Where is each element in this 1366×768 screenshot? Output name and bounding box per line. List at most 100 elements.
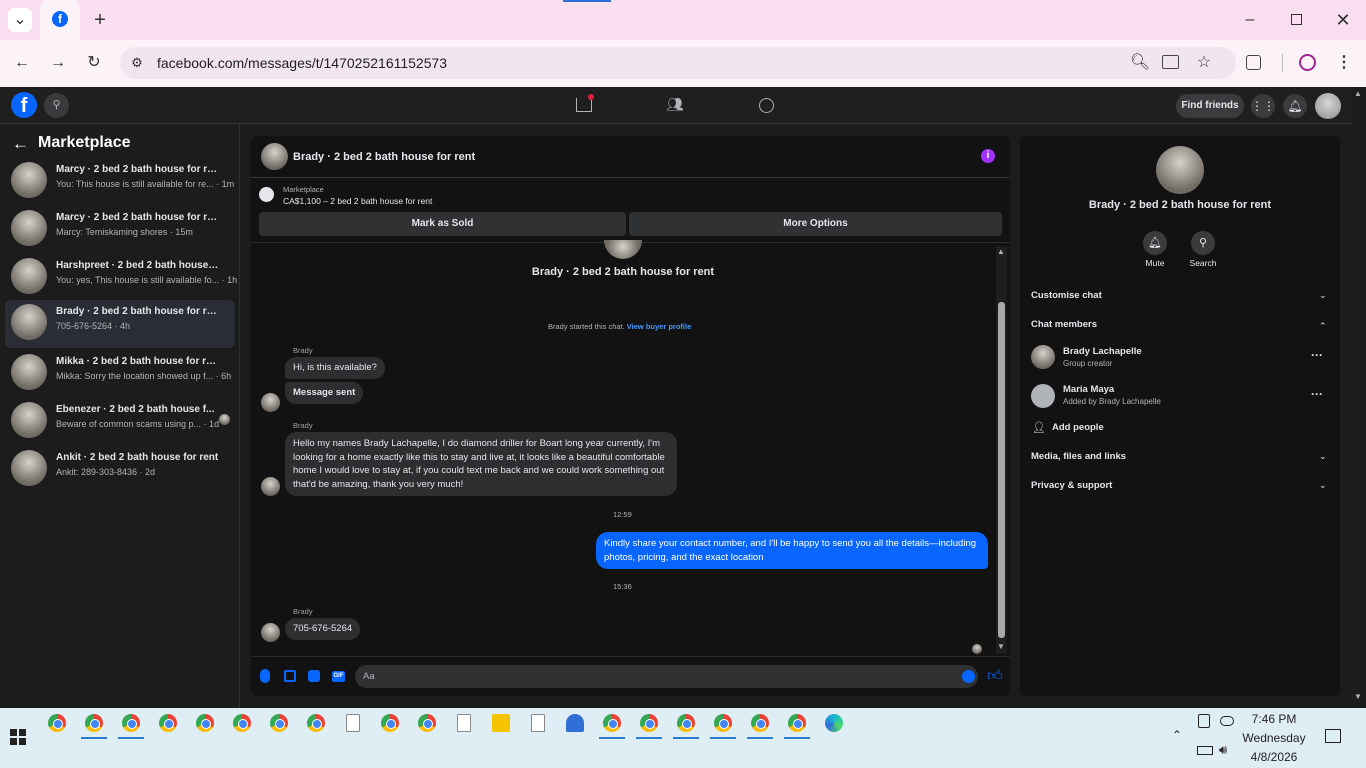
groups-icon[interactable]	[759, 98, 774, 113]
sticker-icon[interactable]	[308, 670, 320, 682]
battery-icon[interactable]	[1197, 746, 1213, 755]
forward-icon[interactable]: →	[46, 51, 70, 75]
edge-taskbar-icon[interactable]	[825, 714, 843, 732]
scroll-down-icon[interactable]: ▼	[997, 642, 1005, 651]
url-text[interactable]: facebook.com/messages/t/1470252161152573	[157, 54, 447, 72]
meet-now-icon[interactable]	[1198, 714, 1210, 728]
start-button-icon[interactable]	[10, 729, 26, 745]
chrome-taskbar-icon-active[interactable]	[640, 714, 658, 732]
zoom-icon[interactable]: 🔍︎	[1128, 51, 1152, 75]
clock-time[interactable]: 7:46 PM	[1236, 712, 1312, 726]
onedrive-icon[interactable]	[1220, 716, 1234, 726]
member-avatar[interactable]	[1031, 384, 1055, 408]
facebook-logo-icon[interactable]: f	[11, 92, 37, 118]
chrome-taskbar-icon[interactable]	[751, 714, 769, 732]
chat-list-item[interactable]: Harshpreet · 2 bed 2 bath house f... You:…	[5, 254, 237, 300]
minimize-icon[interactable]: –	[1238, 8, 1262, 32]
chrome-taskbar-icon[interactable]	[196, 714, 214, 732]
account-avatar[interactable]	[1315, 93, 1341, 119]
conversation-title[interactable]: Brady · 2 bed 2 bath house for rent	[293, 151, 475, 163]
page-scrollbar-track[interactable]	[1352, 87, 1366, 708]
member-avatar[interactable]	[1031, 345, 1055, 369]
chrome-taskbar-icon[interactable]	[307, 714, 325, 732]
add-people-button[interactable]: Add people	[1052, 422, 1104, 433]
privacy-support-row[interactable]: Privacy & support	[1031, 480, 1112, 491]
more-options-button[interactable]: More Options	[629, 212, 1002, 236]
photo-icon[interactable]	[284, 670, 296, 682]
message-input[interactable]	[355, 665, 978, 688]
chrome-taskbar-icon[interactable]	[233, 714, 251, 732]
add-person-icon[interactable]: 👤︎	[1032, 421, 1046, 434]
tab-list-chevron-icon[interactable]: ⌄	[8, 8, 32, 32]
like-thumb-icon[interactable]: 👍︎	[987, 667, 1003, 685]
clock-day[interactable]: Wednesday	[1236, 731, 1312, 745]
clock-date[interactable]: 4/8/2026	[1236, 750, 1312, 764]
back-arrow-icon[interactable]: ←	[12, 134, 29, 154]
message-bubble[interactable]: Hello my names Brady Lachapelle, I do di…	[285, 432, 677, 496]
back-icon[interactable]: ←	[10, 51, 34, 75]
chevron-down-icon[interactable]: ⌄	[1319, 480, 1327, 491]
chrome-taskbar-icon[interactable]	[122, 714, 140, 732]
conversation-avatar[interactable]	[261, 143, 288, 170]
message-bubble[interactable]: Hi, is this available?	[285, 357, 385, 379]
chat-list-item-selected[interactable]: Brady · 2 bed 2 bath house for rent 705-6…	[5, 300, 235, 348]
chrome-taskbar-icon[interactable]	[677, 714, 695, 732]
chevron-down-icon[interactable]: ⌄	[1319, 451, 1327, 462]
home-icon[interactable]	[576, 98, 592, 112]
sent-message-bubble[interactable]: Kindly share your contact number, and I'…	[596, 532, 988, 569]
search-icon[interactable]: ⚲	[44, 93, 69, 118]
profile-icon[interactable]	[1299, 54, 1316, 71]
message-bubble[interactable]: 705-676-5264	[285, 618, 361, 640]
file-taskbar-icon[interactable]	[531, 714, 545, 732]
menu-grid-icon[interactable]: ⋮⋮	[1251, 94, 1275, 118]
find-friends-button[interactable]: Find friends	[1176, 94, 1244, 118]
listing-title[interactable]: CA$1,100 – 2 bed 2 bath house for rent	[283, 196, 432, 206]
chat-scrollbar-thumb[interactable]	[998, 302, 1005, 638]
view-buyer-profile-link[interactable]: View buyer profile	[627, 322, 691, 331]
chat-members-heading[interactable]: Chat members	[1031, 319, 1097, 330]
chat-list-item[interactable]: Marcy · 2 bed 2 bath house for rent You: …	[5, 158, 235, 204]
scroll-up-icon[interactable]: ▲	[997, 247, 1005, 256]
mute-bell-icon[interactable]: 🔔︎	[1143, 231, 1167, 255]
file-taskbar-icon[interactable]	[346, 714, 360, 732]
close-icon[interactable]: ✕	[1331, 8, 1355, 32]
member-name[interactable]: Brady Lachapelle	[1063, 346, 1142, 357]
chat-list-item[interactable]: Marcy · 2 bed 2 bath house for rent Marcy…	[5, 206, 235, 252]
page-scroll-up-icon[interactable]: ▲	[1354, 89, 1362, 98]
media-files-links-row[interactable]: Media, files and links	[1031, 451, 1126, 462]
extensions-icon[interactable]	[1246, 55, 1261, 70]
mark-as-sold-button[interactable]: Mark as Sold	[259, 212, 626, 236]
install-app-icon[interactable]	[1162, 55, 1179, 69]
chrome-taskbar-icon[interactable]	[381, 714, 399, 732]
gif-icon[interactable]: GIF	[332, 671, 345, 682]
chrome-taskbar-icon[interactable]	[418, 714, 436, 732]
notifications-bell-icon[interactable]: 🔔︎	[1283, 94, 1307, 118]
info-icon[interactable]: i	[981, 149, 995, 163]
chat-list-item[interactable]: Mikka · 2 bed 2 bath house for rent Mikka…	[5, 350, 235, 396]
file-taskbar-icon[interactable]	[457, 714, 471, 732]
notification-center-icon[interactable]	[1325, 729, 1341, 743]
chrome-taskbar-icon[interactable]	[270, 714, 288, 732]
message-bubble[interactable]: Message sent	[285, 382, 364, 404]
member-name[interactable]: Maria Maya	[1063, 384, 1114, 395]
chrome-taskbar-icon[interactable]	[714, 714, 732, 732]
chat-list-item[interactable]: Ankit · 2 bed 2 bath house for rent Ankit…	[5, 446, 235, 492]
chevron-down-icon[interactable]: ⌄	[1319, 290, 1327, 301]
search-chat-icon[interactable]: ⚲	[1191, 231, 1215, 255]
friends-icon[interactable]: 👥︎	[666, 96, 684, 113]
customise-chat-row[interactable]: Customise chat	[1031, 290, 1102, 301]
chat-list-item[interactable]: Ebenezer · 2 bed 2 bath house f... Beware…	[5, 398, 235, 444]
site-info-icon[interactable]: ⚙	[125, 51, 149, 75]
hidden-icons-chevron-icon[interactable]: ⌃	[1172, 728, 1182, 742]
reload-icon[interactable]: ↻	[82, 51, 106, 75]
chevron-up-icon[interactable]: ⌃	[1319, 321, 1327, 332]
page-scroll-down-icon[interactable]: ▼	[1354, 692, 1362, 701]
chrome-taskbar-icon[interactable]	[48, 714, 66, 732]
app-taskbar-icon[interactable]	[566, 714, 584, 732]
member-more-icon[interactable]: ···	[1311, 348, 1323, 362]
bookmark-star-icon[interactable]: ☆	[1192, 51, 1216, 75]
chrome-taskbar-icon[interactable]	[159, 714, 177, 732]
browser-tab[interactable]: f	[40, 0, 80, 40]
chrome-taskbar-icon[interactable]	[85, 714, 103, 732]
microphone-icon[interactable]	[260, 669, 270, 683]
